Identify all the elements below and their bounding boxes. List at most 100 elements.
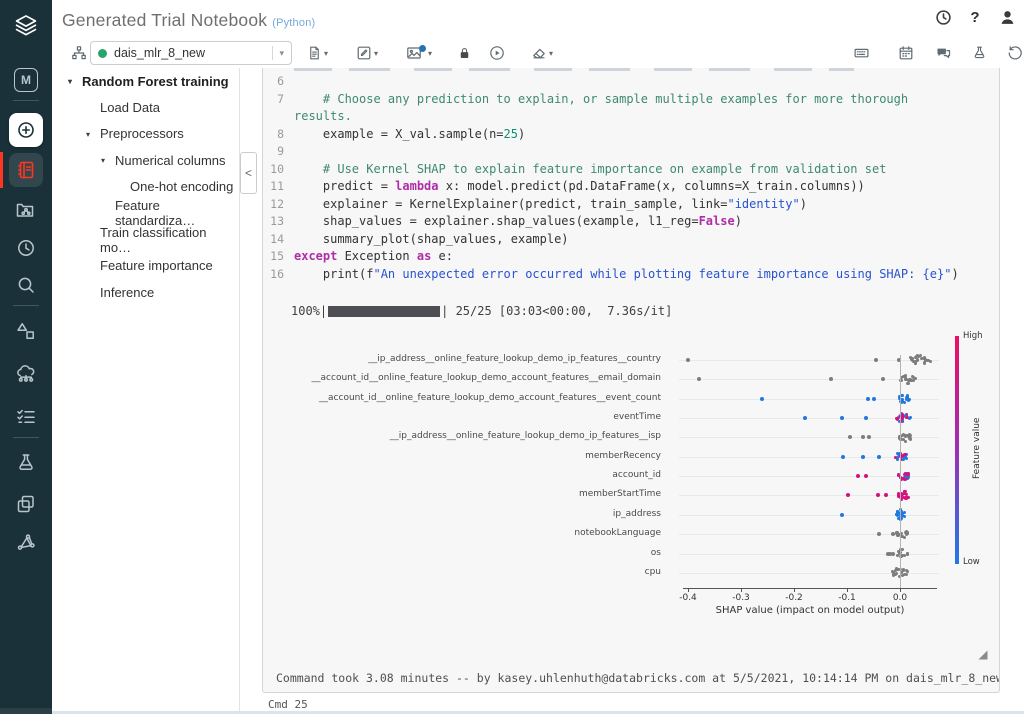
shap-point bbox=[906, 472, 909, 475]
comments-icon[interactable] bbox=[934, 44, 952, 62]
help-question-icon[interactable]: ? bbox=[966, 8, 984, 26]
feature-label: account_id bbox=[263, 470, 661, 480]
shap-point bbox=[892, 572, 895, 575]
toc-item[interactable]: Train classification mo… bbox=[52, 226, 239, 252]
create-new-icon[interactable] bbox=[0, 110, 52, 150]
shap-point bbox=[903, 573, 906, 576]
shap-point bbox=[902, 458, 905, 461]
shap-point bbox=[886, 552, 890, 556]
databricks-logo-icon[interactable] bbox=[0, 6, 52, 46]
revision-history-icon[interactable] bbox=[1006, 44, 1024, 62]
toc-item-label: Load Data bbox=[100, 100, 160, 115]
shap-point bbox=[907, 379, 910, 382]
toc-caret-icon[interactable]: ▾ bbox=[101, 156, 105, 165]
compute-cloud-icon[interactable] bbox=[0, 354, 52, 394]
keyboard-icon[interactable] bbox=[852, 44, 870, 62]
shap-point bbox=[906, 552, 909, 555]
job-runs-icon[interactable] bbox=[0, 396, 52, 436]
shap-point bbox=[905, 414, 908, 417]
edit-icon[interactable] bbox=[355, 44, 373, 62]
shap-point bbox=[908, 433, 911, 436]
sidebar-divider bbox=[13, 305, 39, 306]
shap-point bbox=[897, 474, 900, 477]
lock-icon[interactable] bbox=[455, 44, 473, 62]
shap-point bbox=[909, 437, 912, 440]
shap-point bbox=[899, 548, 902, 551]
shap-point bbox=[899, 379, 902, 382]
chevron-down-icon[interactable]: ▾ bbox=[374, 49, 378, 58]
toc-item[interactable]: Feature standardiza… bbox=[52, 200, 239, 226]
toc-collapse-button[interactable]: < bbox=[240, 152, 257, 194]
code-editor[interactable]: 67 # Choose any prediction to explain, o… bbox=[263, 73, 999, 283]
repos-icon[interactable] bbox=[0, 190, 52, 230]
image-icon[interactable] bbox=[405, 44, 423, 62]
toc-caret-icon[interactable]: ▾ bbox=[86, 130, 90, 139]
file-icon[interactable] bbox=[305, 44, 323, 62]
run-play-icon[interactable] bbox=[488, 44, 506, 62]
shap-point bbox=[898, 552, 901, 555]
shap-point bbox=[905, 533, 908, 536]
shap-point bbox=[900, 554, 903, 557]
chevron-down-icon[interactable]: ▾ bbox=[324, 49, 328, 58]
shap-point bbox=[881, 377, 885, 381]
experiments-flask-icon[interactable] bbox=[0, 443, 52, 483]
feature-store-icon[interactable] bbox=[0, 523, 52, 563]
shap-point bbox=[899, 414, 902, 417]
cluster-selector[interactable]: dais_mlr_8_new ▾ bbox=[90, 41, 292, 65]
toc-item[interactable]: Inference bbox=[52, 279, 239, 305]
recents-clock-icon[interactable] bbox=[0, 228, 52, 268]
shap-point bbox=[901, 417, 904, 420]
shap-point bbox=[912, 376, 915, 379]
chevron-down-icon[interactable]: ▾ bbox=[549, 49, 553, 58]
shap-point bbox=[901, 394, 904, 397]
shap-point bbox=[686, 358, 690, 362]
shap-point bbox=[841, 455, 845, 459]
shap-point bbox=[909, 378, 912, 381]
toc-item[interactable]: ▾ Numerical columns bbox=[52, 147, 239, 173]
shap-point bbox=[899, 516, 902, 519]
x-tick-label: 0.0 bbox=[885, 593, 915, 603]
notebook-cell[interactable]: 67 # Choose any prediction to explain, o… bbox=[262, 68, 1000, 693]
models-icon[interactable] bbox=[0, 484, 52, 524]
toc-item[interactable]: Feature importance bbox=[52, 253, 239, 279]
resize-handle-icon[interactable] bbox=[977, 648, 989, 660]
code-line: results. bbox=[263, 108, 999, 126]
shap-point bbox=[900, 535, 903, 538]
shap-point bbox=[899, 496, 902, 499]
shap-point bbox=[908, 379, 911, 382]
search-icon[interactable] bbox=[0, 265, 52, 305]
shap-point bbox=[905, 497, 908, 500]
notebook-icon[interactable] bbox=[0, 150, 52, 190]
code-line: 6 bbox=[263, 73, 999, 91]
toc-item[interactable]: Load Data bbox=[52, 94, 239, 120]
feature-label: __account_id__online_feature_lookup_demo… bbox=[263, 373, 661, 383]
code-line: 13 shap_values = explainer.shap_values(e… bbox=[263, 213, 999, 231]
shap-point bbox=[876, 493, 880, 497]
shap-point bbox=[899, 568, 902, 571]
toc-item-label: Numerical columns bbox=[115, 153, 226, 168]
chevron-down-icon[interactable]: ▾ bbox=[428, 49, 432, 58]
shap-point bbox=[901, 455, 904, 458]
shap-point bbox=[917, 355, 920, 358]
clear-eraser-icon[interactable] bbox=[530, 44, 548, 62]
workspace-icon[interactable]: M bbox=[0, 60, 52, 100]
toc-item[interactable]: ▾Preprocessors bbox=[52, 121, 239, 147]
toc-item[interactable]: One-hot encoding bbox=[52, 174, 239, 200]
schedule-calendar-icon[interactable] bbox=[897, 44, 915, 62]
shap-point bbox=[909, 438, 912, 441]
toc-caret-icon[interactable]: ▾ bbox=[68, 77, 72, 86]
experiment-flask-icon[interactable] bbox=[970, 44, 988, 62]
shap-point bbox=[903, 492, 906, 495]
shap-point bbox=[905, 396, 908, 399]
shap-point bbox=[909, 416, 912, 419]
shap-point bbox=[903, 455, 906, 458]
chevron-down-icon[interactable]: ▾ bbox=[279, 48, 284, 59]
shap-point bbox=[897, 495, 900, 498]
code-line: 14 summary_plot(shap_values, example) bbox=[263, 231, 999, 249]
toc-item[interactable]: ▾Random Forest training bbox=[52, 68, 239, 94]
shap-point bbox=[919, 354, 922, 357]
version-history-clock-icon[interactable] bbox=[934, 8, 952, 26]
data-icon[interactable] bbox=[0, 311, 52, 351]
account-person-icon[interactable] bbox=[998, 8, 1016, 26]
shap-point bbox=[897, 492, 900, 495]
